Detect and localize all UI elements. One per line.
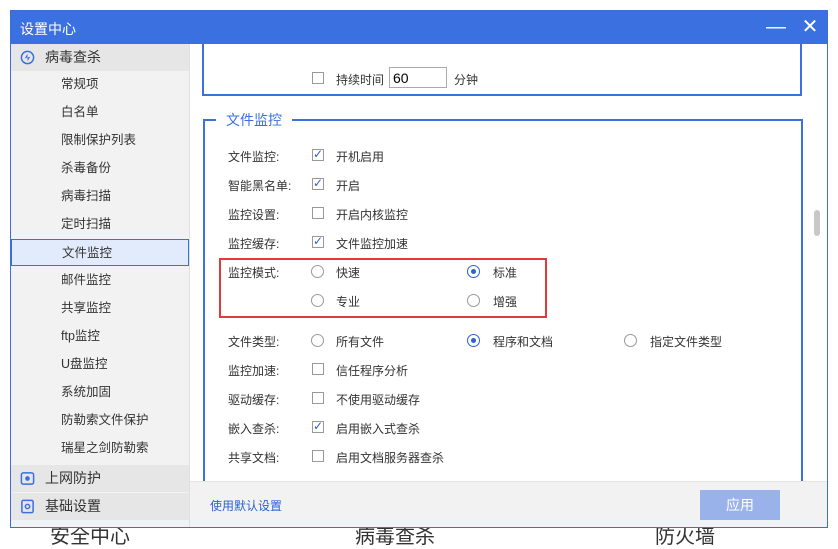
driver-cache-label: 不使用驱动缓存 [336,393,421,407]
kernel-monitor-label: 开启内核监控 [336,208,409,222]
sidebar-item-label: 病毒扫描 [61,189,112,203]
monitor-accel-label: 文件监控加速 [336,237,409,251]
mode-pro-radio[interactable] [311,294,324,307]
previous-section-border [202,44,802,96]
mode-enhanced-radio[interactable] [467,294,480,307]
sidebar-category-label: 基础设置 [45,498,101,514]
sidebar-item-ftp-monitor[interactable]: ftp监控 [11,323,189,350]
sidebar-item-label: 常规项 [61,77,99,91]
duration-input[interactable] [389,67,447,88]
duration-checkbox[interactable] [312,72,324,84]
row-label-blacklist: 智能黑名单: [228,179,292,193]
scrollbar-thumb[interactable] [814,210,820,236]
sidebar-item-ransom-sword[interactable]: 瑞星之剑防勒索 [11,435,189,462]
row-label-shared: 共享文档: [228,451,280,465]
sidebar-item-whitelist[interactable]: 白名单 [11,99,189,126]
sidebar-item-protect-list[interactable]: 限制保护列表 [11,127,189,154]
apply-button[interactable]: 应用 [700,490,780,520]
driver-cache-checkbox[interactable] [312,392,324,404]
sidebar-category-label: 病毒查杀 [45,49,101,65]
filetype-all-label: 所有文件 [336,335,385,349]
filetype-program-doc-label: 程序和文档 [493,335,554,349]
trust-analysis-checkbox[interactable] [312,363,324,375]
mode-pro-label: 专业 [336,295,361,309]
blacklist-label: 开启 [336,179,361,193]
sidebar-item-usb-monitor[interactable]: U盘监控 [11,351,189,378]
mode-standard-label: 标准 [493,266,518,280]
title-bar: 设置中心 — ✕ [11,11,827,44]
doc-server-scan-checkbox[interactable] [312,450,324,462]
trust-analysis-label: 信任程序分析 [336,364,409,378]
sidebar-category-virus-scan[interactable]: 病毒查杀 [11,44,189,71]
basic-settings-icon [21,499,34,514]
sidebar-item-label: 邮件监控 [61,273,112,287]
mode-enhanced-label: 增强 [493,295,518,309]
embedded-scan-checkbox[interactable] [312,419,324,433]
filetype-program-doc-radio[interactable] [467,334,480,347]
content-scrollbar[interactable] [811,44,823,481]
doc-server-scan-label: 启用文档服务器查杀 [336,451,445,465]
sidebar-item-system-harden[interactable]: 系统加固 [11,379,189,406]
embedded-scan-label: 启用嵌入式查杀 [336,422,421,436]
sidebar-category-basic-settings[interactable]: 基础设置 [11,493,189,520]
sidebar-category-label: 上网防护 [45,470,101,486]
mode-standard-radio[interactable] [467,265,480,278]
footer-bar: 使用默认设置 应用 [190,481,827,527]
row-label-filetype: 文件类型: [228,335,280,349]
reset-defaults-link[interactable]: 使用默认设置 [210,497,282,514]
sidebar-item-label: 瑞星之剑防勒索 [61,441,149,455]
sidebar-item-general[interactable]: 常规项 [11,71,189,98]
sidebar: 病毒查杀 常规项 白名单 限制保护列表 杀毒备份 病毒扫描 定时扫描 文件监控 … [11,44,190,527]
sidebar-item-ransom-file-protect[interactable]: 防勒索文件保护 [11,407,189,434]
sidebar-item-virus-scan[interactable]: 病毒扫描 [11,183,189,210]
sidebar-item-label: 共享监控 [61,301,112,315]
sidebar-item-mail-monitor[interactable]: 邮件监控 [11,267,189,294]
sidebar-item-file-monitor[interactable]: 文件监控 [11,239,189,266]
filetype-specified-radio[interactable] [624,334,637,347]
sidebar-item-label: 杀毒备份 [61,161,112,175]
sidebar-item-share-monitor[interactable]: 共享监控 [11,295,189,322]
sidebar-category-web-protection[interactable]: 上网防护 [11,465,189,492]
sidebar-item-label: 定时扫描 [61,217,112,231]
window-title: 设置中心 [20,21,76,37]
filetype-specified-label: 指定文件类型 [650,335,723,349]
monitor-startup-checkbox[interactable] [312,147,324,161]
row-label-embedded: 嵌入查杀: [228,422,280,436]
sidebar-item-backup[interactable]: 杀毒备份 [11,155,189,182]
sidebar-item-label: 文件监控 [62,246,113,260]
sidebar-item-label: 系统加固 [61,385,112,399]
blacklist-checkbox[interactable] [312,176,324,190]
monitor-startup-label: 开机启用 [336,150,385,164]
sidebar-item-label: 白名单 [61,105,99,119]
sidebar-item-label: ftp监控 [61,329,100,343]
sidebar-item-label: U盘监控 [61,357,108,371]
row-label-settings: 监控设置: [228,208,280,222]
sidebar-item-scheduled-scan[interactable]: 定时扫描 [11,211,189,238]
kernel-monitor-checkbox[interactable] [312,207,324,219]
virus-scan-icon [20,50,35,65]
row-label-monitor: 文件监控: [228,150,280,164]
mode-fast-radio[interactable] [311,265,324,278]
monitor-accel-checkbox[interactable] [312,234,324,248]
filetype-all-radio[interactable] [311,334,324,347]
file-monitor-legend: 文件监控 [216,110,292,130]
minimize-button[interactable]: — [764,15,788,39]
sidebar-item-label: 限制保护列表 [61,133,137,147]
row-label-accel: 监控加速: [228,364,280,378]
sidebar-item-label: 防勒索文件保护 [61,413,149,427]
row-label-cache: 监控缓存: [228,237,280,251]
row-label-mode: 监控模式: [228,266,280,280]
mode-fast-label: 快速 [336,266,361,280]
web-protection-icon [20,472,35,485]
duration-unit: 分钟 [454,73,479,87]
settings-content: 持续时间 分钟 文件监控 文件监控: 开机启用 智能黑名单: 开启 监控设置: … [190,44,827,481]
duration-label: 持续时间 [336,73,385,87]
close-button[interactable]: ✕ [798,15,822,39]
settings-window: 设置中心 — ✕ 病毒查杀 常规项 白名单 限制保护列表 杀毒备份 病毒扫描 定… [10,10,828,528]
row-label-driver: 驱动缓存: [228,393,280,407]
